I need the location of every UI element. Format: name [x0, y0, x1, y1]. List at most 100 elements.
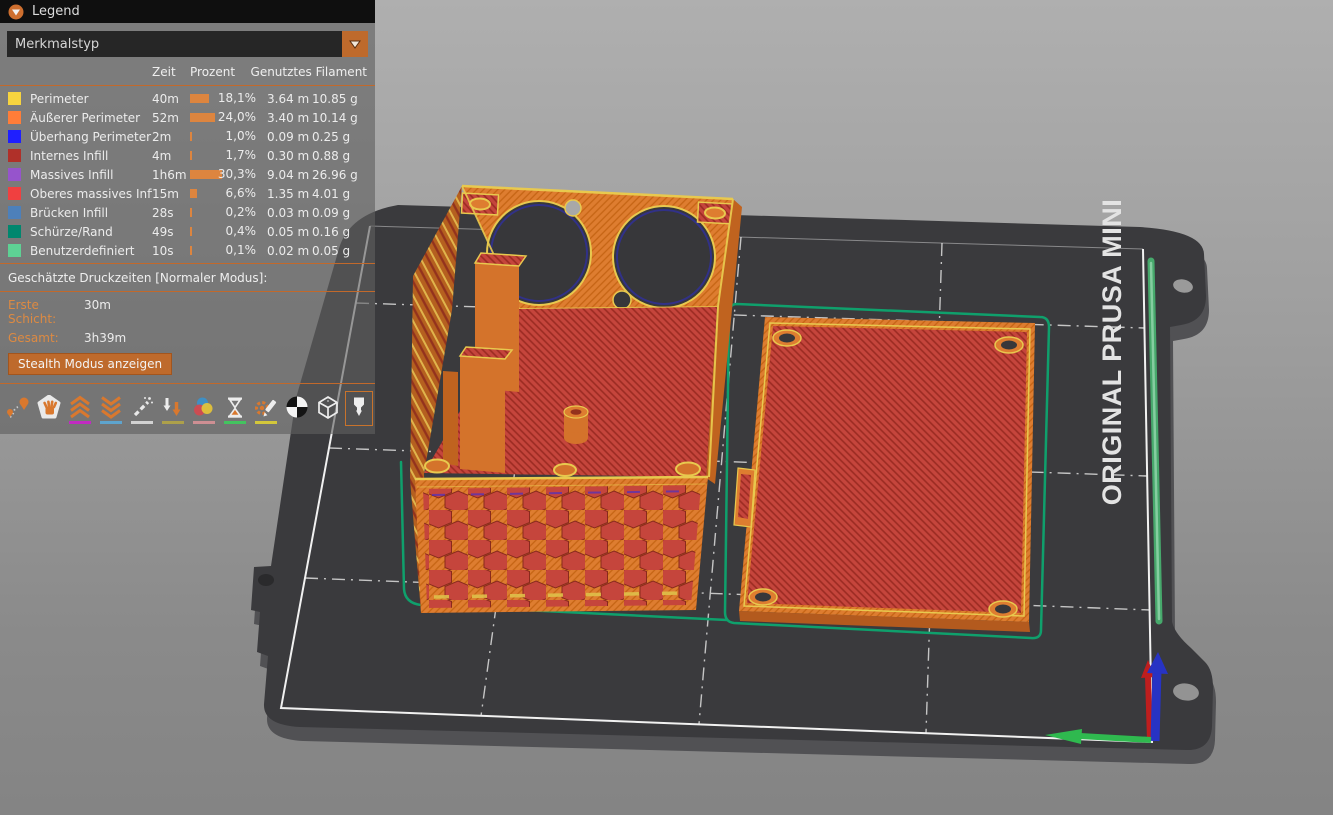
feature-label: Massives Infill [30, 168, 152, 182]
corner-boss [697, 202, 732, 224]
feature-used-meters: 3.64 m [267, 92, 312, 106]
feature-row: Massives Infill1h6m 30,3% 9.04 m26.96 g [0, 165, 375, 184]
feature-time: 40m [152, 92, 190, 106]
feature-used-grams: 26.96 g [312, 168, 358, 182]
feature-label: Überhang Perimeter [30, 130, 152, 144]
feature-color-swatch [8, 187, 21, 200]
pause-prints-icon[interactable] [221, 391, 249, 426]
feature-percent: 1,0% [226, 129, 257, 143]
color-changes-icon[interactable] [190, 391, 218, 426]
feature-color-swatch [8, 130, 21, 143]
percent-bar [190, 208, 192, 217]
feature-percent: 0,4% [226, 224, 257, 238]
feature-used-grams: 0.09 g [312, 206, 350, 220]
feature-label: Äußerer Perimeter [30, 111, 152, 125]
custom-gcodes-icon[interactable] [252, 391, 280, 426]
separator [0, 85, 375, 86]
feature-used-meters: 0.03 m [267, 206, 312, 220]
feature-row: Brücken Infill28s 0,2% 0.03 m0.09 g [0, 203, 375, 222]
feature-time: 10s [152, 244, 190, 258]
screw-hole [565, 200, 581, 216]
total-time-row: Gesamt: 3h39m [0, 328, 375, 347]
tool-changes-icon[interactable] [159, 391, 187, 426]
stealth-mode-button[interactable]: Stealth Modus anzeigen [8, 353, 172, 375]
separator [0, 383, 375, 384]
feature-row: Schürze/Rand49s0,4%0.05 m0.16 g [0, 222, 375, 241]
feature-percent: 0,2% [226, 205, 257, 219]
view-toggles-toolbar [0, 387, 375, 427]
view-type-value: Merkmalstyp [15, 37, 99, 52]
feature-label: Internes Infill [30, 149, 152, 163]
feature-percent-cell: 6,6% [190, 184, 258, 203]
bed-clip-peg [258, 574, 274, 586]
feature-percent-cell: 18,1% [190, 89, 258, 108]
total-time-label: Gesamt: [8, 331, 84, 345]
feature-used-meters: 3.40 m [267, 111, 312, 125]
wipe-icon[interactable] [35, 391, 63, 426]
center-of-mass-icon[interactable] [283, 391, 311, 426]
percent-bar [190, 113, 215, 122]
feature-used-meters: 1.35 m [267, 187, 312, 201]
separator [0, 291, 375, 292]
feature-percent-cell: 0,1% [190, 241, 258, 260]
feature-row: Internes Infill4m1,7%0.30 m0.88 g [0, 146, 375, 165]
feature-table-body: Perimeter40m18,1%3.64 m10.85 gÄußerer Pe… [0, 89, 375, 260]
column-header-time: Zeit [152, 65, 176, 79]
feature-used-meters: 9.04 m [267, 168, 312, 182]
feature-used-grams: 10.14 g [312, 111, 358, 125]
collapse-legend-icon[interactable] [8, 4, 24, 20]
dropdown-arrow-icon[interactable] [342, 31, 368, 57]
separator [0, 263, 375, 264]
feature-row: Überhang Perimeter2m1,0%0.09 m0.25 g [0, 127, 375, 146]
feature-percent-cell: 30,3% [190, 165, 258, 184]
feature-label: Benutzerdefiniert [30, 244, 152, 258]
legend-panel: Legend Merkmalstyp Zeit Prozent Genutzte… [0, 0, 375, 434]
deretractions-icon[interactable] [97, 391, 125, 426]
percent-bar [190, 151, 192, 160]
feature-label: Schürze/Rand [30, 225, 152, 239]
feature-label: Oberes massives Infill [30, 187, 152, 201]
retractions-icon[interactable] [66, 391, 94, 426]
feature-used-grams: 0.25 g [312, 130, 350, 144]
feature-time: 4m [152, 149, 190, 163]
view-type-dropdown[interactable]: Merkmalstyp [7, 31, 368, 57]
feature-color-swatch [8, 244, 21, 257]
feature-row: Äußerer Perimeter52m24,0% 3.40 m10.14 g [0, 108, 375, 127]
gcode-preview-window: ORIGINAL PRUSA MINI [0, 0, 1333, 815]
percent-bar [190, 132, 192, 141]
feature-time: 1h6m [152, 168, 190, 182]
feature-used-grams: 4.01 g [312, 187, 350, 201]
percent-bar [190, 227, 192, 236]
first-layer-value: 30m [84, 298, 111, 326]
legend-title: Legend [32, 4, 80, 19]
seams-icon[interactable] [128, 391, 156, 426]
feature-percent-cell: 1,0% [190, 127, 258, 146]
travel-paths-icon[interactable] [4, 391, 32, 426]
feature-label: Brücken Infill [30, 206, 152, 220]
feature-time: 28s [152, 206, 190, 220]
feature-percent-cell: 1,7% [190, 146, 258, 165]
feature-percent: 6,6% [226, 186, 257, 200]
feature-color-swatch [8, 168, 21, 181]
percent-bar [190, 246, 192, 255]
feature-used-meters: 0.09 m [267, 130, 312, 144]
feature-time: 52m [152, 111, 190, 125]
percent-bar [190, 94, 209, 103]
tool-marker-icon[interactable] [345, 391, 373, 426]
feature-percent: 30,3% [218, 167, 256, 181]
shells-icon[interactable] [314, 391, 342, 426]
feature-used-meters: 0.30 m [267, 149, 312, 163]
standoff-cylinder [564, 406, 588, 444]
feature-percent-cell: 0,2% [190, 203, 258, 222]
feature-percent: 18,1% [218, 91, 256, 105]
column-header-filament: Genutztes Filament [251, 65, 367, 79]
model-lid[interactable] [734, 317, 1035, 632]
feature-percent-cell: 24,0% [190, 108, 258, 127]
feature-color-swatch [8, 149, 21, 162]
feature-percent: 0,1% [226, 243, 257, 257]
feature-color-swatch [8, 92, 21, 105]
feature-used-grams: 10.85 g [312, 92, 358, 106]
legend-header[interactable]: Legend [0, 0, 375, 23]
table-header: Zeit Prozent Genutztes Filament [0, 65, 375, 82]
feature-row: Oberes massives Infill15m6,6%1.35 m4.01 … [0, 184, 375, 203]
